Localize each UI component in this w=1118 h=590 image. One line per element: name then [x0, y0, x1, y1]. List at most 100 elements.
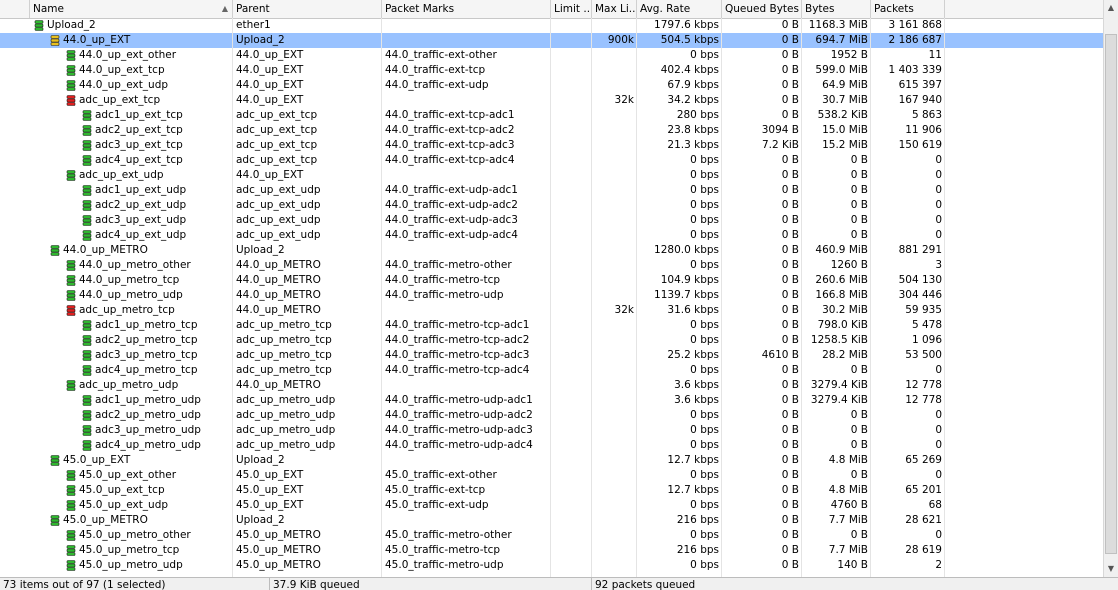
table-row[interactable]: 44.0_up_ext_tcp 44.0_up_EXT 44.0_traffic-e…	[0, 63, 1103, 78]
table-row[interactable]: adc1_up_metro_udp adc_up_metro_udp 44.0_tr…	[0, 393, 1103, 408]
vertical-scrollbar[interactable]: ▲ ▼	[1103, 0, 1118, 577]
table-row[interactable]: 45.0_up_metro_tcp 45.0_up_METRO 45.0_traff…	[0, 543, 1103, 558]
table-row[interactable]: adc3_up_metro_udp adc_up_metro_udp 44.0_tr…	[0, 423, 1103, 438]
queue-green-icon	[82, 200, 92, 211]
table-row[interactable]: 44.0_up_metro_udp 44.0_up_METRO 44.0_traff…	[0, 288, 1103, 303]
table-row[interactable]: 45.0_up_metro_udp 45.0_up_METRO 45.0_traff…	[0, 558, 1103, 573]
cell-parent: Upload_2	[236, 244, 285, 256]
queue-yellow-icon	[50, 35, 60, 46]
table-row[interactable]: 44.0_up_metro_tcp 44.0_up_METRO 44.0_traff…	[0, 273, 1103, 288]
cell-name: 44.0_up_METRO	[30, 243, 233, 258]
table-row[interactable]: adc3_up_ext_udp adc_up_ext_udp 44.0_traffi…	[0, 213, 1103, 228]
cell-rate: 12.7 kbps	[667, 484, 719, 496]
table-row[interactable]: adc_up_ext_tcp 44.0_up_EXT 32k 34.2 kbps 0 B…	[0, 93, 1103, 108]
cell-rate: 402.4 kbps	[660, 64, 719, 76]
cell-packets: 2 186 687	[888, 34, 942, 46]
column-header-name[interactable]: Name ▲	[30, 0, 233, 18]
cell-qbytes: 0 B	[781, 259, 799, 271]
table-row[interactable]: adc3_up_metro_tcp adc_up_metro_tcp 44.0_tr…	[0, 348, 1103, 363]
queue-green-icon	[66, 530, 76, 541]
cell-name: 44.0_up_EXT	[30, 33, 233, 48]
table-row[interactable]: 45.0_up_metro_other 45.0_up_METRO 45.0_tra…	[0, 528, 1103, 543]
table-row[interactable]: 45.0_up_METRO Upload_2 216 bps 0 B 7.7 MiB 28…	[0, 513, 1103, 528]
queue-name: adc4_up_metro_udp	[95, 439, 201, 451]
column-header-parent[interactable]: Parent	[233, 0, 382, 18]
cell-bytes: 0 B	[850, 184, 868, 196]
column-header-bytes[interactable]: Bytes	[802, 0, 871, 18]
cell-parent: adc_up_ext_udp	[236, 214, 321, 226]
cell-limitat	[551, 408, 592, 423]
cell-parent: adc_up_ext_tcp	[236, 154, 318, 166]
cell-rate: 0 bps	[690, 364, 719, 376]
queue-green-icon	[82, 230, 92, 241]
cell-name: adc3_up_metro_tcp	[30, 348, 233, 363]
cell-name: adc1_up_metro_udp	[30, 393, 233, 408]
cell-marks: 45.0_traffic-ext-udp	[385, 499, 489, 511]
cell-rate: 0 bps	[690, 409, 719, 421]
cell-parent: 44.0_up_EXT	[236, 169, 304, 181]
table-row[interactable]: adc3_up_ext_tcp adc_up_ext_tcp 44.0_traffi…	[0, 138, 1103, 153]
cell-packets: 1 096	[911, 334, 942, 346]
cell-marks	[382, 168, 551, 183]
table-row[interactable]: 44.0_up_ext_udp 44.0_up_EXT 44.0_traffic-e…	[0, 78, 1103, 93]
column-header-limit-at[interactable]: Limit ...	[551, 0, 592, 18]
cell-maxlimit	[592, 468, 637, 483]
cell-bytes: 1258.5 KiB	[810, 334, 868, 346]
column-header-avg-rate[interactable]: Avg. Rate	[637, 0, 722, 18]
table-row[interactable]: adc2_up_ext_tcp adc_up_ext_tcp 44.0_traffi…	[0, 123, 1103, 138]
scroll-up-icon[interactable]: ▲	[1104, 0, 1118, 16]
cell-limitat	[551, 423, 592, 438]
table-row[interactable]: adc4_up_metro_udp adc_up_metro_udp 44.0_tr…	[0, 438, 1103, 453]
table-row[interactable]: adc4_up_ext_tcp adc_up_ext_tcp 44.0_traffi…	[0, 153, 1103, 168]
cell-bytes: 7.7 MiB	[828, 544, 868, 556]
table-row[interactable]: 45.0_up_ext_udp 45.0_up_EXT 45.0_traffic-e…	[0, 498, 1103, 513]
table-row[interactable]: 45.0_up_ext_other 45.0_up_EXT 45.0_traffic…	[0, 468, 1103, 483]
table-row[interactable]: 44.0_up_metro_other 44.0_up_METRO 44.0_tra…	[0, 258, 1103, 273]
table-row[interactable]: adc4_up_metro_tcp adc_up_metro_tcp 44.0_tr…	[0, 363, 1103, 378]
cell-parent: ether1	[236, 19, 271, 31]
table-row[interactable]: adc2_up_ext_udp adc_up_ext_udp 44.0_traffi…	[0, 198, 1103, 213]
table-row[interactable]: adc2_up_metro_udp adc_up_metro_udp 44.0_tr…	[0, 408, 1103, 423]
table-row[interactable]: 44.0_up_METRO Upload_2 1280.0 kbps 0 B 460.9…	[0, 243, 1103, 258]
cell-name: adc4_up_metro_tcp	[30, 363, 233, 378]
queue-green-icon	[66, 470, 76, 481]
cell-maxlimit	[592, 288, 637, 303]
table-row[interactable]: adc2_up_metro_tcp adc_up_metro_tcp 44.0_tr…	[0, 333, 1103, 348]
scroll-thumb[interactable]	[1105, 34, 1117, 554]
queue-red-icon	[66, 95, 76, 106]
cell-maxlimit	[592, 408, 637, 423]
table-row[interactable]: 45.0_up_ext_tcp 45.0_up_EXT 45.0_traffic-e…	[0, 483, 1103, 498]
cell-marks: 44.0_traffic-metro-other	[385, 259, 512, 271]
cell-bytes: 3279.4 KiB	[810, 379, 868, 391]
table-row[interactable]: Upload_2 ether1 1797.6 kbps 0 B 1168.3 MiB 3 …	[0, 18, 1103, 33]
cell-packets: 3 161 868	[888, 19, 942, 31]
cell-name: adc4_up_metro_udp	[30, 438, 233, 453]
cell-rate: 280 bps	[676, 109, 719, 121]
scroll-down-icon[interactable]: ▼	[1104, 561, 1118, 577]
table-row[interactable]: adc1_up_metro_tcp adc_up_metro_tcp 44.0_tr…	[0, 318, 1103, 333]
table-row[interactable]: adc_up_ext_udp 44.0_up_EXT 0 bps 0 B 0 B 0	[0, 168, 1103, 183]
table-row[interactable]: adc4_up_ext_udp adc_up_ext_udp 44.0_traffi…	[0, 228, 1103, 243]
cell-limitat	[551, 393, 592, 408]
cell-rate: 0 bps	[690, 259, 719, 271]
queue-name: adc_up_ext_tcp	[79, 94, 161, 106]
cell-limitat	[551, 258, 592, 273]
cell-name: 45.0_up_METRO	[30, 513, 233, 528]
column-header-max-limit[interactable]: Max Li...	[592, 0, 637, 18]
table-row[interactable]: adc1_up_ext_tcp adc_up_ext_tcp 44.0_traffi…	[0, 108, 1103, 123]
table-row[interactable]: 45.0_up_EXT Upload_2 12.7 kbps 0 B 4.8 MiB 65…	[0, 453, 1103, 468]
column-header-packets[interactable]: Packets	[871, 0, 945, 18]
cell-marks	[382, 243, 551, 258]
table-row[interactable]: 44.0_up_EXT Upload_2 900k 504.5 kbps 0 B 694.…	[0, 33, 1103, 48]
table-row[interactable]: adc_up_metro_udp 44.0_up_METRO 3.6 kbps 0 B…	[0, 378, 1103, 393]
cell-bytes: 260.6 MiB	[815, 274, 868, 286]
column-divider	[381, 18, 382, 577]
column-header-packet-marks[interactable]: Packet Marks	[382, 0, 551, 18]
table-row[interactable]: 44.0_up_ext_other 44.0_up_EXT 44.0_traffic…	[0, 48, 1103, 63]
queue-green-icon	[66, 65, 76, 76]
cell-qbytes: 0 B	[781, 184, 799, 196]
table-row[interactable]: adc1_up_ext_udp adc_up_ext_udp 44.0_traffi…	[0, 183, 1103, 198]
column-header-queued-bytes[interactable]: Queued Bytes	[722, 0, 802, 18]
queue-green-icon	[82, 320, 92, 331]
table-row[interactable]: adc_up_metro_tcp 44.0_up_METRO 32k 31.6 kbp…	[0, 303, 1103, 318]
